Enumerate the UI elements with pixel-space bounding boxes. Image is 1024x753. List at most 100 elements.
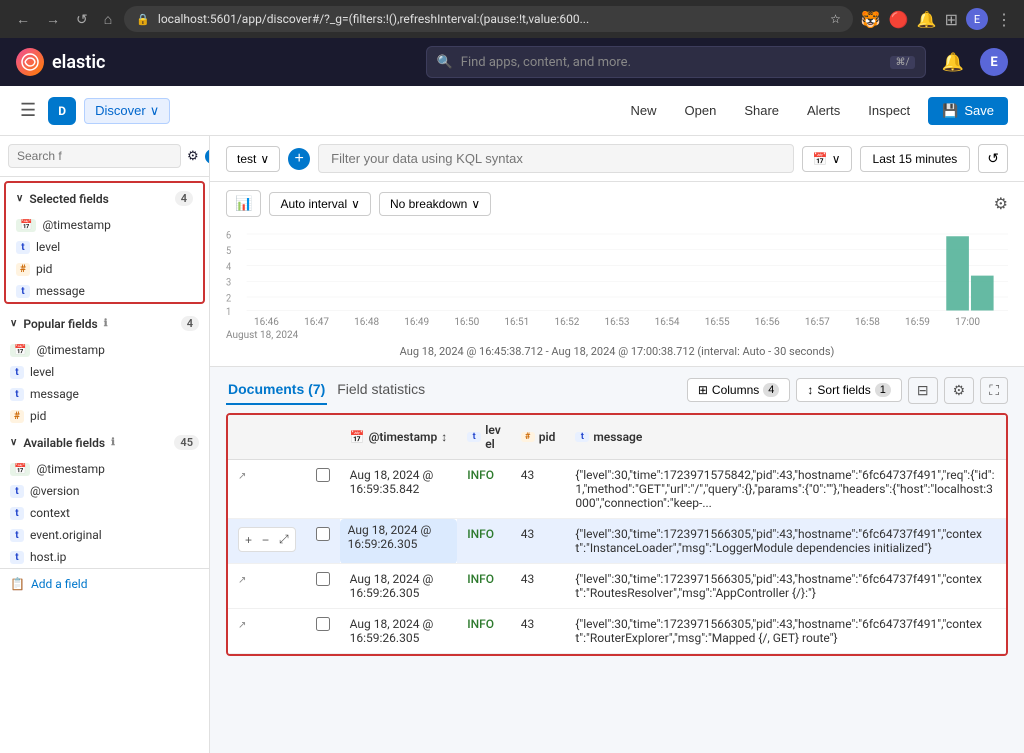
index-pattern-selector[interactable]: test ∨ <box>226 146 280 172</box>
sort-asc-icon[interactable]: ↕ <box>441 430 447 444</box>
sidebar-item-timestamp-popular[interactable]: 📅 @timestamp <box>0 339 209 361</box>
table-row: ↗ Aug 18, 2024 @16:59:26.305 INFO 43 {"l… <box>228 564 1006 609</box>
settings-button[interactable]: ⚙ <box>944 377 975 404</box>
chart-settings-button[interactable]: ⚙ <box>994 194 1008 214</box>
auto-interval-button[interactable]: Auto interval ∨ <box>269 192 371 216</box>
sort-fields-button[interactable]: ↕ Sort fields 1 <box>796 378 901 402</box>
sort-fields-label: Sort fields <box>817 383 870 397</box>
available-fields-section: ∨ Available fields ℹ 45 📅 @timestamp t @… <box>0 427 209 568</box>
sidebar-item-context-available[interactable]: t context <box>0 502 209 524</box>
row-expand-button-3[interactable]: ↗ <box>238 575 246 586</box>
global-search-bar[interactable]: 🔍 Find apps, content, and more. ⌘/ <box>426 46 926 78</box>
alerts-button[interactable]: Alerts <box>797 97 850 124</box>
row-checkbox-4[interactable] <box>316 617 330 631</box>
th-level[interactable]: t level <box>457 415 511 460</box>
expand-cell-2[interactable]: + − ⤢ <box>228 519 306 564</box>
search-field-input[interactable] <box>8 144 181 168</box>
pop-message-badge: t <box>10 388 24 401</box>
sidebar-item-pid-popular[interactable]: # pid <box>0 405 209 427</box>
popular-fields-chevron: ∨ <box>10 318 17 329</box>
chart-container: 📊 Auto interval ∨ No breakdown ∨ ⚙ 6 5 <box>210 182 1024 367</box>
discover-tab-button[interactable]: Discover ∨ <box>84 98 170 124</box>
new-button[interactable]: New <box>620 97 666 124</box>
expand-cell-1[interactable]: ↗ <box>228 460 306 519</box>
date-picker-button[interactable]: 📅 ∨ <box>802 146 852 172</box>
th-pid[interactable]: # pid <box>511 415 566 460</box>
share-button[interactable]: Share <box>734 97 789 124</box>
checkbox-cell-2[interactable] <box>306 519 340 564</box>
row-checkbox-2[interactable] <box>316 527 330 541</box>
sidebar-item-event-original-available[interactable]: t event.original <box>0 524 209 546</box>
row-minus-button[interactable]: − <box>258 530 273 549</box>
nav-home-button[interactable]: ⌂ <box>100 9 116 29</box>
data-table: 📅 @timestamp ↕ t level <box>228 415 1006 654</box>
sidebar-item-message-popular[interactable]: t message <box>0 383 209 405</box>
av-timestamp-badge: 📅 <box>10 463 30 476</box>
expand-cell-4[interactable]: ↗ <box>228 609 306 654</box>
filter-icon[interactable]: ⚙ <box>187 149 199 164</box>
add-field-button[interactable]: 📋 Add a field <box>0 568 209 599</box>
selected-fields-header[interactable]: ∨ Selected fields 4 <box>6 183 203 214</box>
row-checkbox-1[interactable] <box>316 468 330 482</box>
sidebar-item-version-available[interactable]: t @version <box>0 480 209 502</box>
row-expand-button-1[interactable]: ↗ <box>238 471 246 482</box>
pop-message-label: message <box>30 387 79 401</box>
sidebar-item-host-ip-available[interactable]: t host.ip <box>0 546 209 568</box>
tab-field-statistics[interactable]: Field statistics <box>335 375 427 405</box>
elastic-brand-text: elastic <box>52 52 105 73</box>
sidebar-item-level-popular[interactable]: t level <box>0 361 209 383</box>
row-plus-button[interactable]: + <box>241 530 256 549</box>
table-row: ↗ Aug 18, 2024 @16:59:35.842 INFO 43 {"l… <box>228 460 1006 519</box>
available-fields-header[interactable]: ∨ Available fields ℹ 45 <box>0 427 209 458</box>
row-details-button[interactable]: ⤢ <box>275 530 293 549</box>
extension-icon-1[interactable]: 🐯 <box>861 10 881 29</box>
time-range-button[interactable]: Last 15 minutes <box>860 146 971 172</box>
chart-type-icon[interactable]: 📊 <box>226 190 261 217</box>
menu-icon[interactable]: ⋮ <box>996 10 1012 29</box>
extension-icon-2[interactable]: 🔴 <box>889 10 909 29</box>
tab-documents[interactable]: Documents (7) <box>226 375 327 405</box>
th-timestamp[interactable]: 📅 @timestamp ↕ <box>340 415 458 460</box>
breakdown-button[interactable]: No breakdown ∨ <box>379 192 491 216</box>
expand-cell-3[interactable]: ↗ <box>228 564 306 609</box>
notifications-icon[interactable]: 🔔 <box>942 52 964 73</box>
checkbox-cell-4[interactable] <box>306 609 340 654</box>
th-message[interactable]: t message <box>565 415 1006 460</box>
timestamp-cell-4: Aug 18, 2024 @16:59:26.305 <box>340 609 458 654</box>
hamburger-menu-button[interactable]: ☰ <box>16 96 40 125</box>
nav-forward-button[interactable]: → <box>42 9 64 29</box>
sidebar-item-pid-selected[interactable]: # pid <box>6 258 203 280</box>
popular-fields-count: 4 <box>181 316 199 331</box>
sidebar-item-timestamp-selected[interactable]: 📅 @timestamp <box>6 214 203 236</box>
inspect-button[interactable]: Inspect <box>858 97 920 124</box>
columns-button[interactable]: ⊞ Columns 4 <box>687 378 791 402</box>
pid-type-badge: # <box>16 263 30 276</box>
sidebar-item-message-selected[interactable]: t message <box>6 280 203 302</box>
sidebar-item-timestamp-available[interactable]: 📅 @timestamp <box>0 458 209 480</box>
nav-refresh-button[interactable]: ↺ <box>72 9 92 30</box>
row-checkbox-3[interactable] <box>316 572 330 586</box>
sidebar-item-level-selected[interactable]: t level <box>6 236 203 258</box>
checkbox-cell-1[interactable] <box>306 460 340 519</box>
pid-th-badge: # <box>521 432 535 442</box>
popular-fields-label: Popular fields <box>23 317 97 331</box>
extension-icon-4[interactable]: ⊞ <box>945 10 958 29</box>
user-avatar[interactable]: E <box>980 48 1008 76</box>
user-avatar-icon[interactable]: E <box>966 8 988 30</box>
row-expand-button-4[interactable]: ↗ <box>238 620 246 631</box>
url-bar[interactable]: 🔒 localhost:5601/app/discover#/?_g=(filt… <box>124 6 853 32</box>
nav-back-button[interactable]: ← <box>12 9 34 29</box>
grid-view-button[interactable]: ⊟ <box>908 377 938 404</box>
timestamp-type-badge: 📅 <box>16 219 36 232</box>
histogram-chart: 6 5 4 3 2 1 <box>226 225 1008 315</box>
kql-filter-input[interactable] <box>318 144 794 173</box>
bookmark-icon[interactable]: ☆ <box>830 12 841 26</box>
extension-icon-3[interactable]: 🔔 <box>917 10 937 29</box>
open-button[interactable]: Open <box>675 97 727 124</box>
refresh-button[interactable]: ↺ <box>978 144 1008 173</box>
save-button[interactable]: 💾 Save <box>928 97 1008 125</box>
add-filter-button[interactable]: + <box>288 148 310 170</box>
checkbox-cell-3[interactable] <box>306 564 340 609</box>
popular-fields-header[interactable]: ∨ Popular fields ℹ 4 <box>0 308 209 339</box>
fullscreen-button[interactable]: ⛶ <box>980 377 1008 404</box>
